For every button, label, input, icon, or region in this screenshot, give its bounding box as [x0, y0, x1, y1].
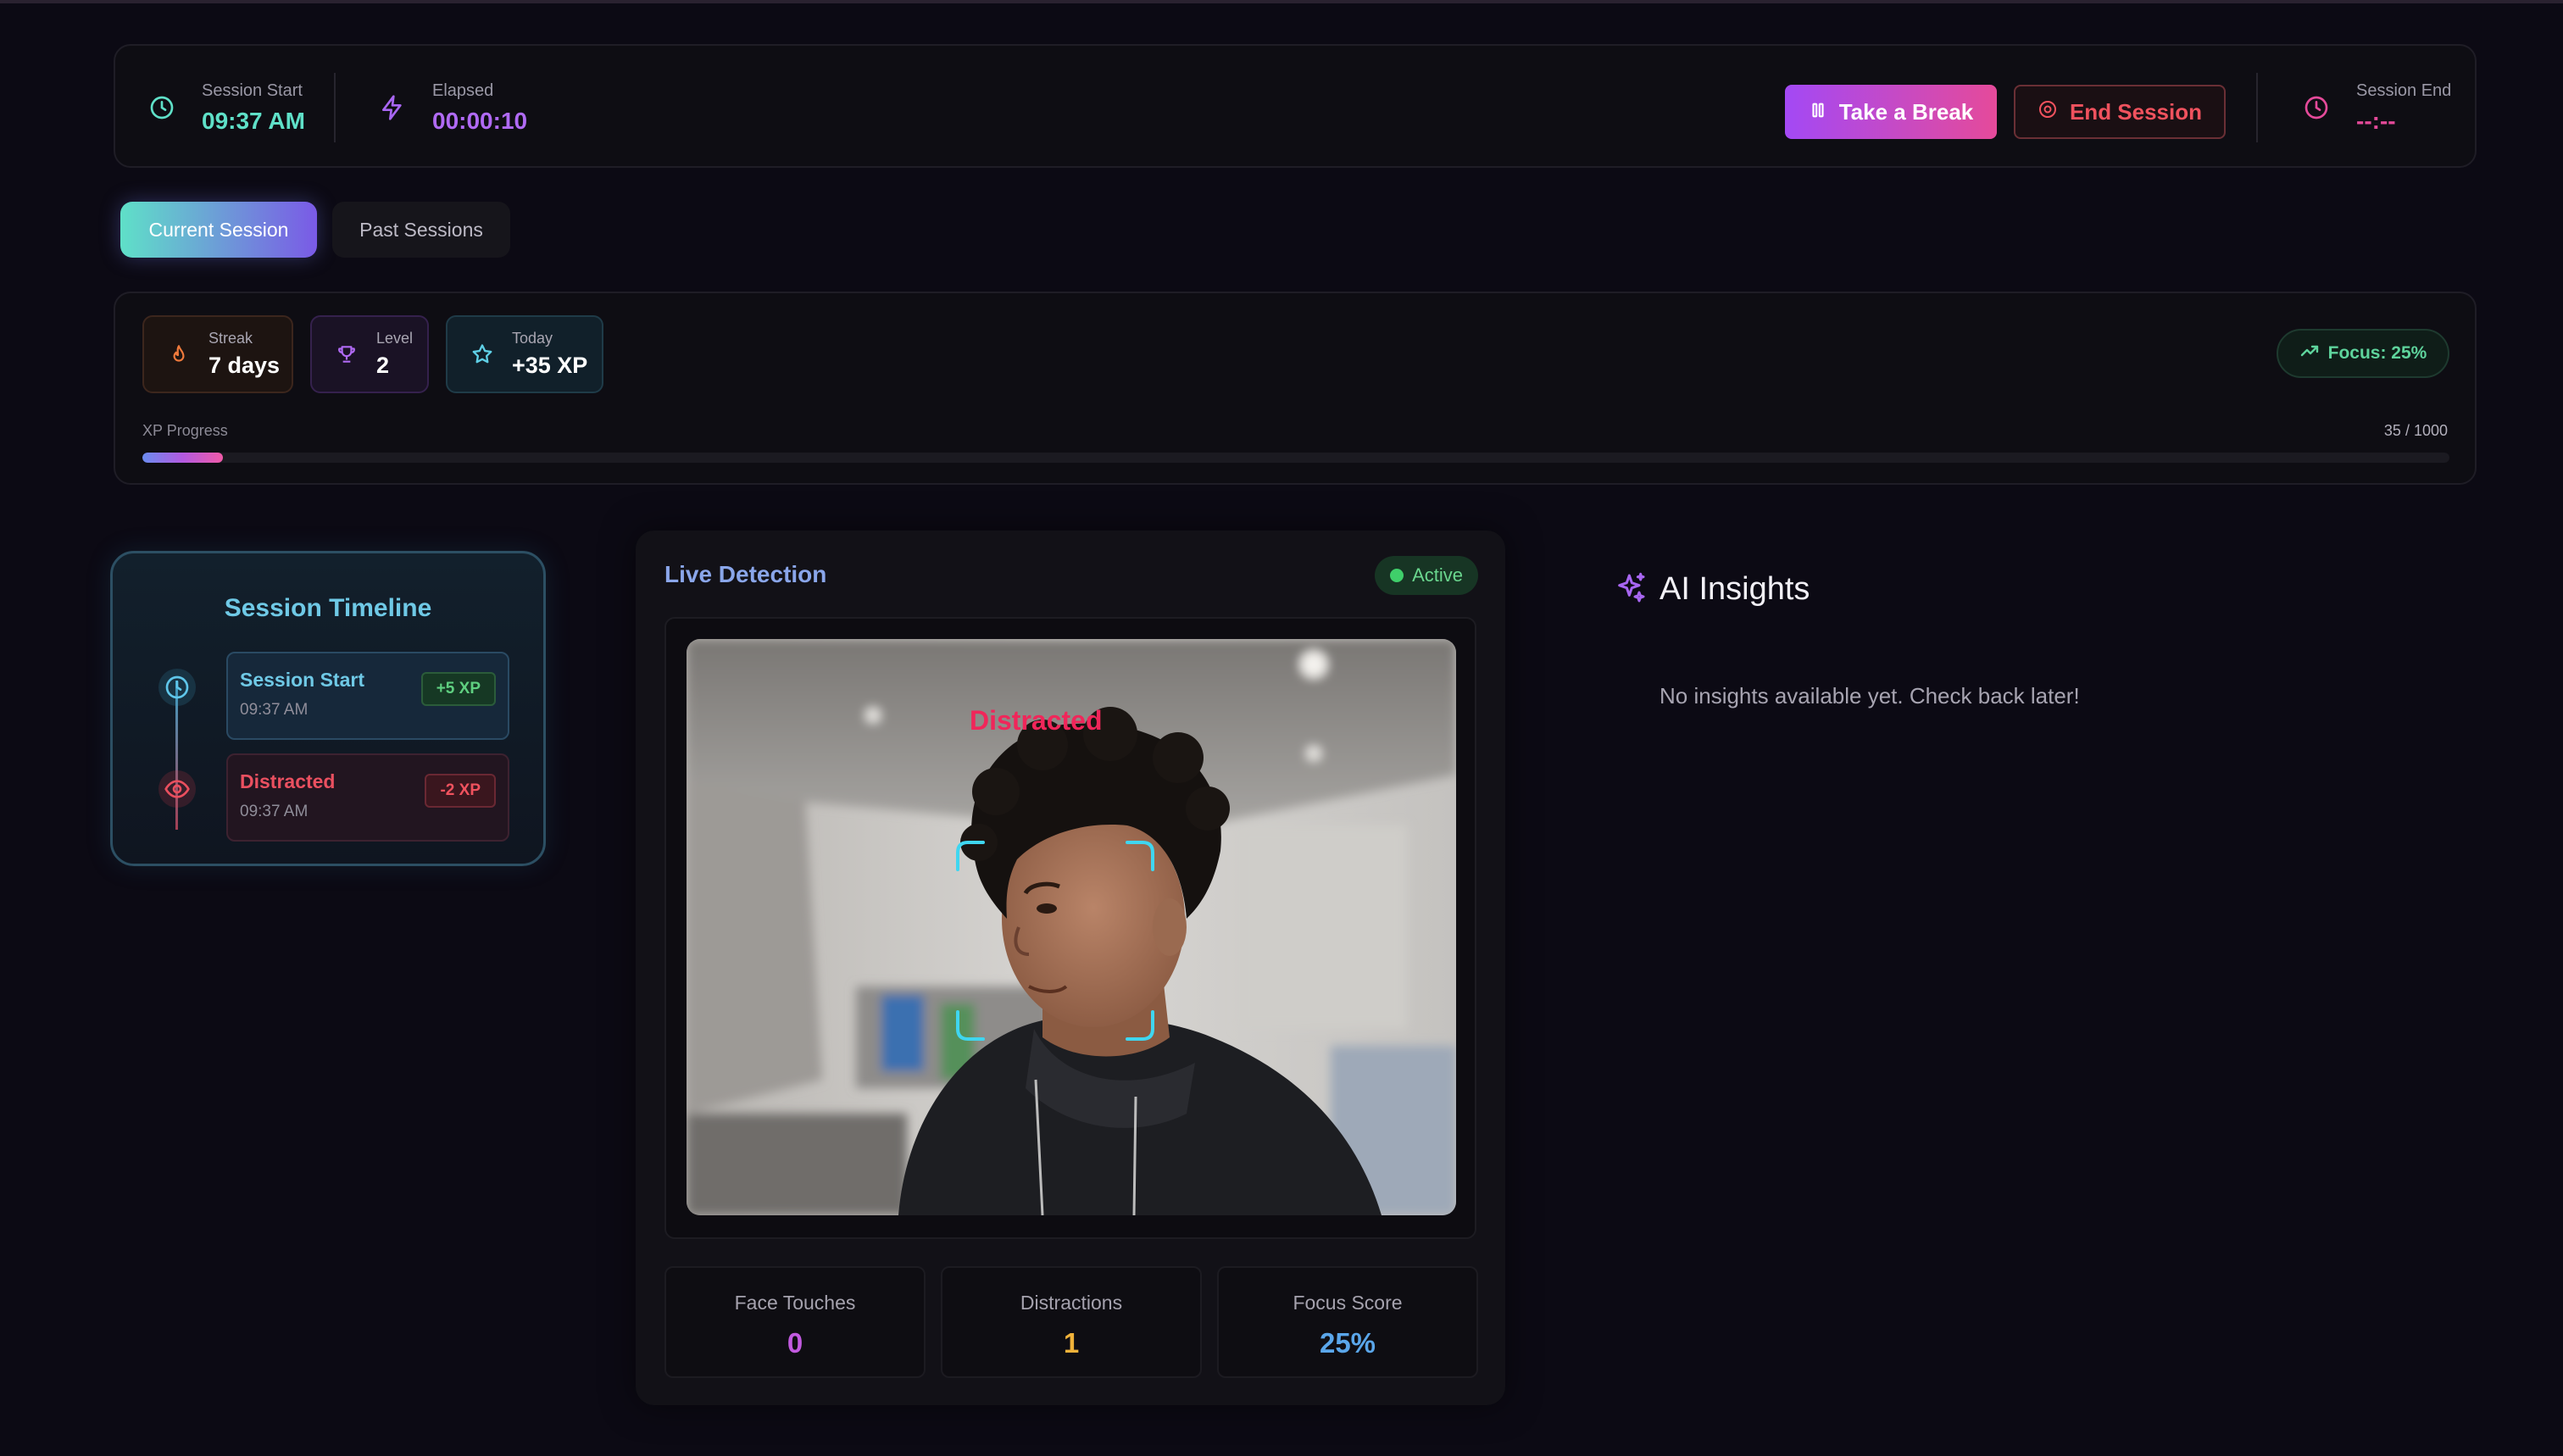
xp-progress-label: XP Progress: [142, 422, 228, 439]
today-label: Today: [512, 330, 553, 347]
level-label: Level: [376, 330, 414, 347]
detection-overlay-label: Distracted: [970, 705, 1103, 736]
elapsed-value: 00:00:10: [432, 107, 528, 134]
timeline-event-title: Distracted: [240, 770, 336, 792]
level-value: 2: [376, 353, 390, 378]
metric-value: 0: [787, 1327, 803, 1359]
status-text: Active: [1412, 564, 1463, 586]
clock-icon: [2302, 93, 2331, 122]
end-session-label: End Session: [2069, 98, 2203, 125]
timeline-event-distracted[interactable]: Distracted 09:37 AM -2 XP: [226, 753, 509, 842]
tab-past-sessions[interactable]: Past Sessions: [332, 202, 510, 258]
pause-icon: [1809, 99, 1827, 125]
timeline-event-title: Session Start: [240, 669, 364, 691]
top-accent-line: [0, 0, 2563, 3]
take-break-label: Take a Break: [1838, 98, 1974, 125]
header-divider: [2256, 73, 2258, 142]
flame-icon: [166, 342, 192, 367]
eye-icon: [158, 770, 196, 808]
timeline-event-session-start[interactable]: Session Start 09:37 AM +5 XP: [226, 652, 509, 740]
session-end-label: Session End: [2356, 81, 2452, 100]
xp-progress-fill: [142, 453, 224, 463]
ai-insights-empty-message: No insights available yet. Check back la…: [1660, 683, 2080, 709]
xp-progress-bar: [142, 453, 2449, 463]
metric-value: 25%: [1319, 1327, 1376, 1359]
sparkles-icon: [1614, 571, 1648, 605]
focus-badge: Focus: 25%: [2277, 329, 2449, 378]
timeline-title: Session Timeline: [224, 594, 432, 622]
metric-label: Distractions: [1020, 1292, 1123, 1314]
star-icon: [470, 342, 495, 367]
live-detection-title: Live Detection: [664, 561, 827, 587]
session-start-stat: Session Start 09:37 AM: [147, 46, 305, 169]
streak-label: Streak: [208, 330, 253, 347]
tab-current-session[interactable]: Current Session: [120, 202, 317, 258]
ai-insights-title: AI Insights: [1660, 571, 1810, 607]
xp-loss-badge: -2 XP: [425, 774, 496, 808]
status-badge: Active: [1375, 556, 1478, 595]
elapsed-stat: Elapsed 00:00:10: [378, 46, 527, 169]
xp-gain-badge: +5 XP: [420, 672, 496, 706]
trending-up-icon: [2299, 341, 2320, 366]
session-start-value: 09:37 AM: [202, 107, 305, 134]
session-end-stat: Session End --:--: [2302, 46, 2451, 169]
focus-score-metric: Focus Score 25%: [1217, 1266, 1478, 1378]
metric-label: Focus Score: [1293, 1292, 1403, 1314]
level-chip: Level 2: [310, 315, 429, 393]
status-dot: [1390, 569, 1404, 582]
progress-panel: Streak 7 days Level 2 Today +35 XP Focus…: [114, 292, 2477, 485]
today-xp-chip: Today +35 XP: [446, 315, 603, 393]
take-break-button[interactable]: Take a Break: [1785, 85, 1997, 139]
session-start-label: Session Start: [202, 81, 303, 100]
header-divider: [334, 73, 336, 142]
stop-circle-icon: [2038, 99, 2058, 125]
today-value: +35 XP: [512, 353, 588, 378]
camera-frame: Distracted: [664, 617, 1476, 1239]
elapsed-label: Elapsed: [432, 81, 494, 100]
clock-icon: [147, 93, 176, 122]
webcam-feed: Distracted: [687, 639, 1456, 1215]
metric-value: 1: [1063, 1327, 1080, 1359]
distractions-metric: Distractions 1: [941, 1266, 1202, 1378]
live-detection-panel: Live Detection Active Distracted Face To…: [636, 531, 1505, 1405]
lightning-icon: [378, 93, 407, 122]
session-header: Session Start 09:37 AM Elapsed 00:00:10 …: [114, 44, 2477, 168]
session-end-value: --:--: [2356, 107, 2396, 134]
streak-value: 7 days: [208, 353, 281, 378]
timeline-event-time: 09:37 AM: [240, 701, 309, 719]
focus-badge-text: Focus: 25%: [2327, 343, 2427, 363]
metric-label: Face Touches: [734, 1292, 856, 1314]
xp-progress-count: 35 / 1000: [2383, 422, 2448, 439]
timeline-event-time: 09:37 AM: [240, 803, 309, 820]
session-timeline-card: Session Timeline Session Start 09:37 AM …: [110, 551, 546, 866]
trophy-icon: [334, 342, 359, 367]
clock-icon: [158, 669, 196, 706]
streak-chip: Streak 7 days: [142, 315, 293, 393]
face-touches-metric: Face Touches 0: [664, 1266, 926, 1378]
end-session-button[interactable]: End Session: [2014, 85, 2226, 139]
